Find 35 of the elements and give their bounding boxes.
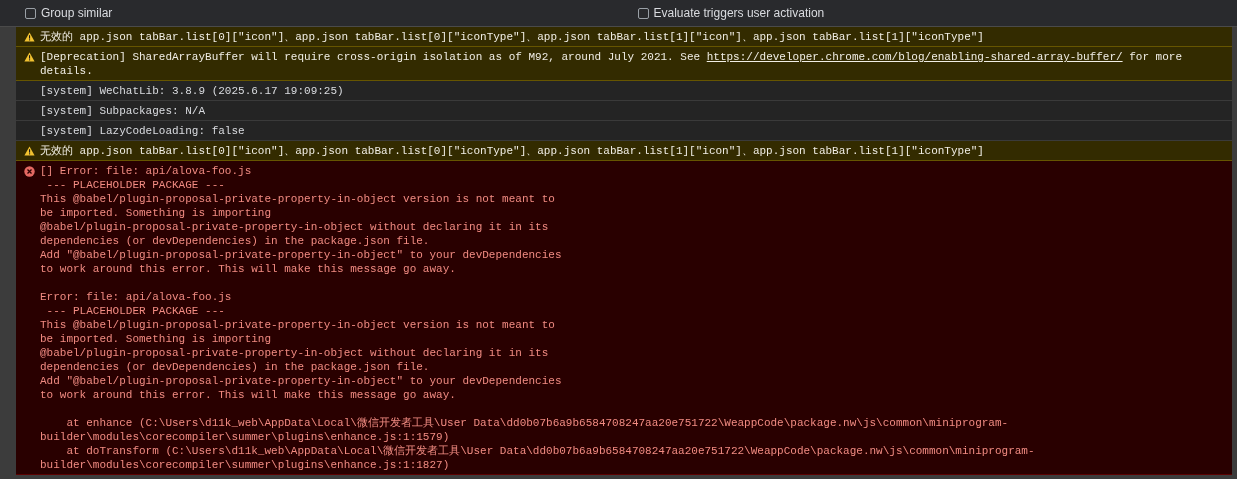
message-line: at doTransform (C:\Users\d11k_web\AppData\Local\微信开发者工具\User Data\dd0b07b6a9b6584708247aa20e751722\WeappCode\package.nw\js\common\miniprogram- <box>65 444 1035 458</box>
message-line: builder\modules\corecompiler\summer\plugins\enhance.js:1:1827) <box>40 458 451 472</box>
checkbox[interactable] <box>637 7 649 19</box>
message-line: Add "@babel/plugin-proposal-private-property-in-object" to your devDependencies <box>40 374 563 388</box>
message-line: [] Error: file: api/alova-foo.js <box>40 164 253 178</box>
message-line: to work around this error. This will make this message go away. <box>40 388 457 402</box>
link[interactable]: https://developer.chrome.com/blog/enabling-shared-array-buffer/ <box>706 51 1123 63</box>
message-line: --- PLACEHOLDER PACKAGE --- <box>45 178 226 192</box>
message-text: [Deprecation] SharedArrayBuffer will require cross-origin isolation as of M92, around July 2021. See https://developer.chrome.com/blog/enabling-shared-array-buffer/ for more details. <box>40 50 1183 78</box>
message-text: 无效的 app.json tabBar.list[0]["icon"]、app.json tabBar.list[0]["iconType"]、app.json tabBar.list[1]["icon"]、app.json tabBar.list[1]["iconType"] <box>40 144 984 158</box>
message-line: --- PLACEHOLDER PACKAGE --- <box>45 304 226 318</box>
warning-icon <box>24 146 35 156</box>
message-text: [system] Subpackages: N/A <box>40 104 206 118</box>
warning-icon <box>24 32 35 42</box>
message-line: be imported. Something is importing <box>40 332 273 346</box>
message-line: be imported. Something is importing <box>40 206 273 220</box>
message-line: dependencies (or devDependencies) in the package.json file. <box>40 360 431 374</box>
message-line: Error: file: api/alova-foo.js <box>40 290 233 304</box>
checkbox-label[interactable]: Group similar <box>41 6 113 20</box>
message-line: @babel/plugin-proposal-private-property-in-object without declaring it in its <box>40 346 550 360</box>
message-line: to work around this error. This will make this message go away. <box>40 262 457 276</box>
message-line: Add "@babel/plugin-proposal-private-property-in-object" to your devDependencies <box>40 248 563 262</box>
message-line: builder\modules\corecompiler\summer\plugins\enhance.js:1:1579) <box>40 430 451 444</box>
error-icon <box>24 165 35 177</box>
checkbox[interactable] <box>25 7 36 19</box>
checkbox-label[interactable]: Evaluate triggers user activation <box>653 6 825 20</box>
message-line: This @babel/plugin-proposal-private-property-in-object version is not meant to <box>40 192 556 206</box>
message-text: 无效的 app.json tabBar.list[0]["icon"]、app.json tabBar.list[0]["iconType"]、app.json tabBar.list[1]["icon"]、app.json tabBar.list[1]["iconType"] <box>40 30 984 44</box>
message-line: at enhance (C:\Users\d11k_web\AppData\Local\微信开发者工具\User Data\dd0b07b6a9b6584708247aa20e751722\WeappCode\package.nw\js\common\miniprogram- <box>65 416 1010 430</box>
message-line: @babel/plugin-proposal-private-property-in-object without declaring it in its <box>40 220 550 234</box>
message-text: [system] LazyCodeLoading: false <box>40 124 245 138</box>
warning-icon <box>24 52 35 62</box>
message-line: dependencies (or devDependencies) in the package.json file. <box>40 234 431 248</box>
message-text: [system] WeChatLib: 3.8.9 (2025.6.17 19:09:25) <box>40 84 344 98</box>
message-line: This @babel/plugin-proposal-private-property-in-object version is not meant to <box>40 318 556 332</box>
